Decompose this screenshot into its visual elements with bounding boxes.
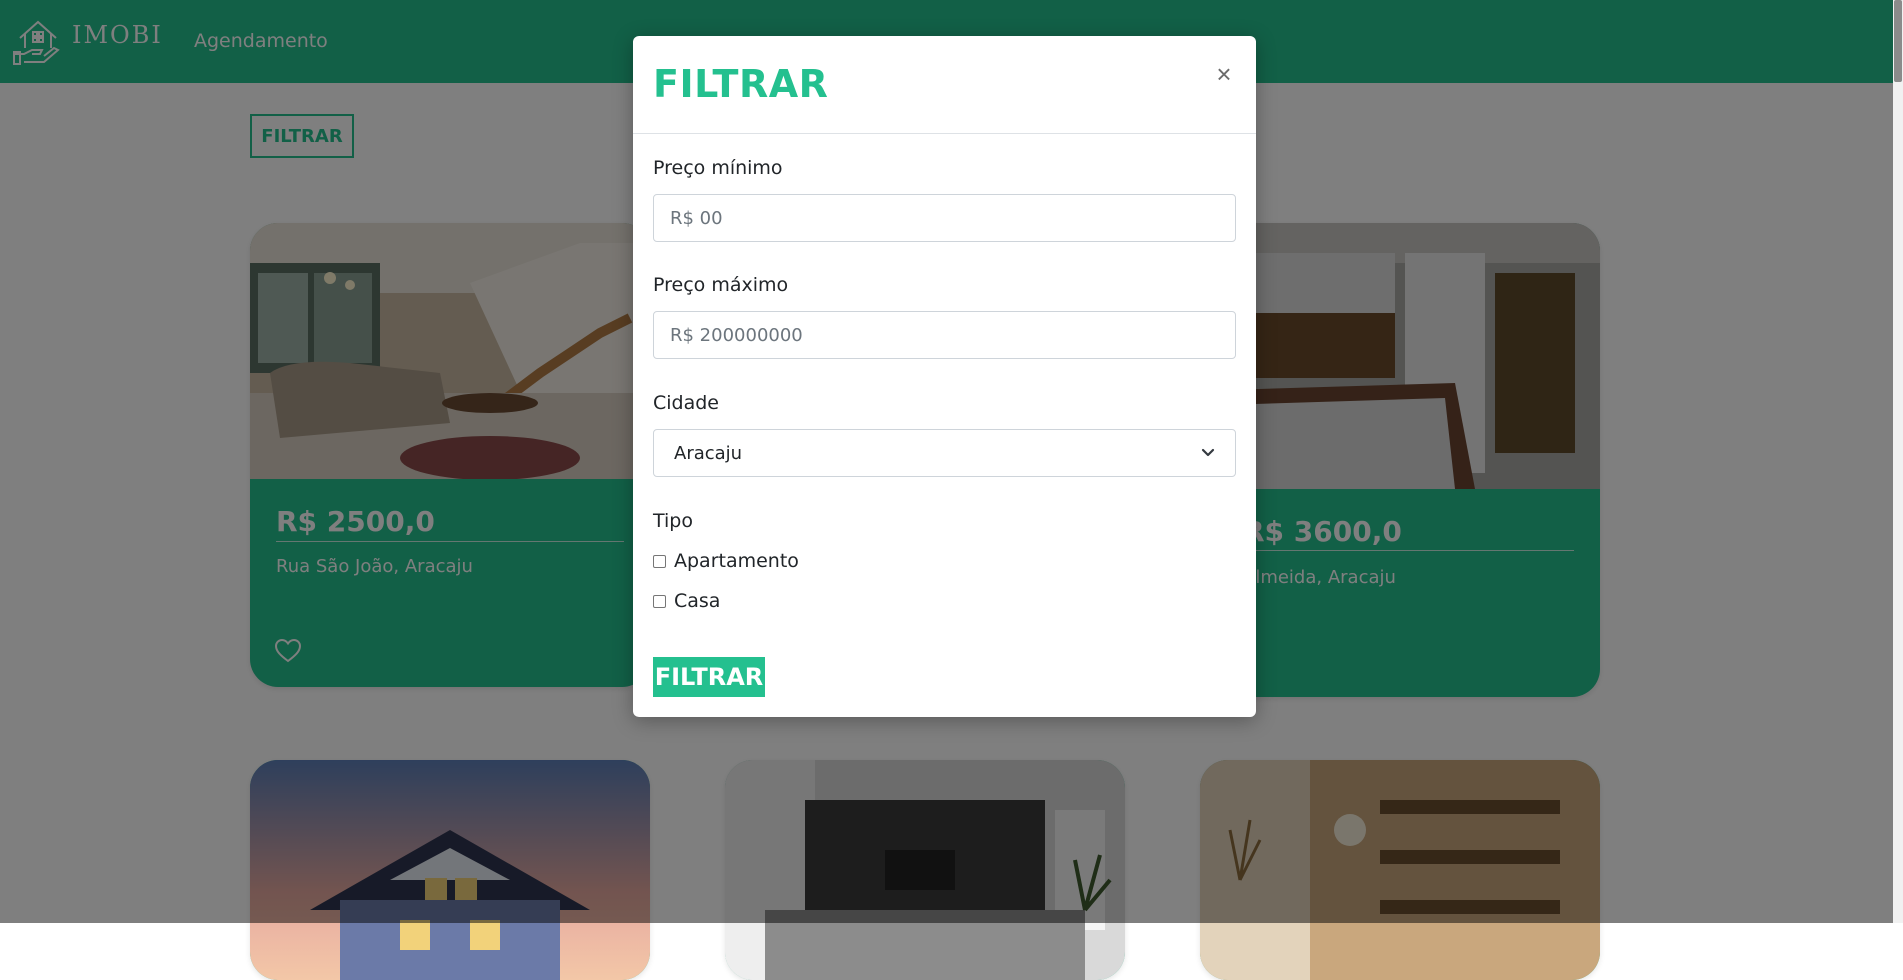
casa-label: Casa	[674, 590, 721, 612]
scrollbar-thumb[interactable]	[1894, 0, 1902, 82]
type-label: Tipo	[653, 510, 693, 532]
max-price-input[interactable]	[653, 311, 1236, 359]
filter-modal: FILTRAR × Preço mínimo Preço máximo Cida…	[633, 36, 1256, 717]
city-select[interactable]: Aracaju	[653, 429, 1236, 477]
type-option-apartamento[interactable]: Apartamento	[653, 550, 799, 572]
submit-filter-button[interactable]: FILTRAR	[653, 657, 765, 697]
min-price-label: Preço mínimo	[653, 157, 783, 179]
page-scrollbar[interactable]	[1893, 0, 1903, 923]
modal-divider	[633, 133, 1256, 134]
close-icon[interactable]: ×	[1209, 59, 1239, 89]
apartamento-checkbox[interactable]	[653, 554, 666, 568]
city-label: Cidade	[653, 392, 719, 414]
type-option-casa[interactable]: Casa	[653, 590, 720, 612]
city-selected-value: Aracaju	[674, 442, 743, 464]
chevron-down-icon	[1201, 448, 1215, 457]
min-price-input[interactable]	[653, 194, 1236, 242]
apartamento-label: Apartamento	[674, 550, 799, 572]
casa-checkbox[interactable]	[653, 594, 666, 608]
modal-title: FILTRAR	[653, 62, 829, 106]
max-price-label: Preço máximo	[653, 274, 789, 296]
